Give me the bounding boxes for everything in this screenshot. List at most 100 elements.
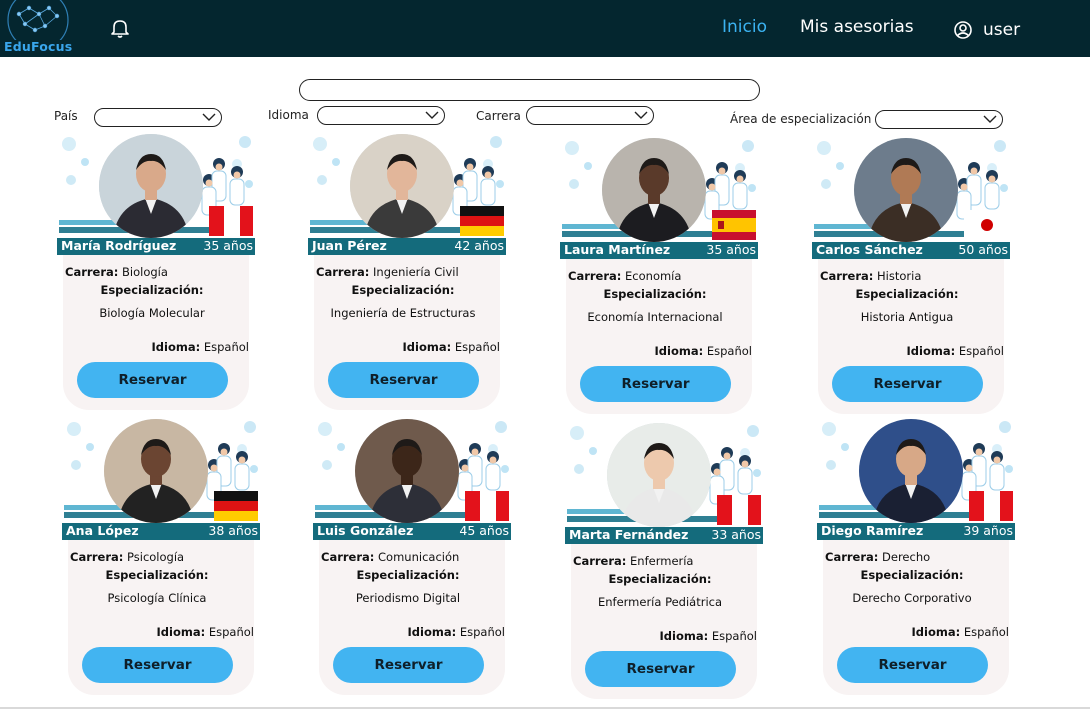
idioma-row: Idioma: Español <box>660 629 757 643</box>
idioma-value: Español <box>963 625 1009 639</box>
chevron-down-icon <box>202 113 216 121</box>
carrera-value: Psicología <box>127 550 185 564</box>
reservar-button[interactable]: Reservar <box>585 651 736 687</box>
especializacion-value: Derecho Corporativo <box>852 591 972 605</box>
carrera-row: Carrera: Enfermería <box>573 554 693 568</box>
reservar-button[interactable]: Reservar <box>837 647 988 683</box>
advisor-name-bar: Marta Fernández 33 años <box>565 527 763 544</box>
carrera-value: Historia <box>877 269 922 283</box>
advisor-age: 45 años <box>459 523 509 538</box>
area-select[interactable] <box>875 110 1003 129</box>
idioma-label: Idioma: <box>906 344 956 358</box>
nav-inicio-link[interactable]: Inicio <box>722 17 767 37</box>
peru-flag-icon <box>717 495 761 525</box>
idioma-value: Español <box>958 344 1004 358</box>
advisor-age: 38 años <box>208 523 258 538</box>
user-name: user <box>983 20 1021 40</box>
carrera-value: Derecho <box>882 550 931 564</box>
carrera-row: Carrera: Derecho <box>825 550 930 564</box>
especializacion-label: Especialización: <box>100 283 204 297</box>
user-menu[interactable]: user <box>953 20 1020 40</box>
peru-flag-icon <box>969 491 1013 521</box>
reservar-button[interactable]: Reservar <box>328 362 479 398</box>
idioma-value: Español <box>459 625 505 639</box>
especializacion-label: Especialización: <box>356 568 460 582</box>
reservar-button[interactable]: Reservar <box>580 366 731 402</box>
carrera-row: Carrera: Biología <box>65 265 168 279</box>
advisor-card: Ana López 38 años Carrera: Psicología Espec… <box>62 419 260 695</box>
filter-label-pais: País <box>54 109 78 123</box>
pais-select[interactable] <box>94 108 222 127</box>
carrera-value: Economía <box>625 269 682 283</box>
advisor-name: Ana López <box>66 523 139 538</box>
reservar-button[interactable]: Reservar <box>82 647 233 683</box>
advisor-photo-icon <box>99 134 203 238</box>
advisor-name: Laura Martínez <box>564 242 671 257</box>
idioma-row: Idioma: Español <box>157 625 254 639</box>
especializacion-label: Especialización: <box>608 572 712 586</box>
advisor-age: 33 años <box>711 527 761 542</box>
idioma-row: Idioma: Español <box>408 625 505 639</box>
brain-network-icon <box>7 0 69 40</box>
advisor-age: 35 años <box>203 238 253 253</box>
advisor-card: María Rodríguez 35 años Carrera: Biología E… <box>57 134 255 410</box>
search-input[interactable] <box>299 79 760 101</box>
especializacion-value: Economía Internacional <box>587 310 723 324</box>
carrera-select[interactable] <box>526 106 654 125</box>
filter-label-area: Área de especialización <box>730 112 872 126</box>
bell-icon[interactable] <box>109 17 131 39</box>
carrera-row: Carrera: Economía <box>568 269 681 283</box>
carrera-value: Ingeniería Civil <box>373 265 459 279</box>
advisor-age: 39 años <box>963 523 1013 538</box>
idioma-label: Idioma: <box>911 625 961 639</box>
idioma-value: Español <box>711 629 757 643</box>
idioma-label: Idioma: <box>659 629 709 643</box>
idioma-label: Idioma: <box>151 340 201 354</box>
nav-mis-asesorias-link[interactable]: Mis asesorias <box>800 17 914 37</box>
idioma-row: Idioma: Español <box>907 344 1004 358</box>
carrera-value: Comunicación <box>378 550 460 564</box>
card-header-image <box>819 419 1013 525</box>
idioma-select[interactable] <box>317 106 445 125</box>
card-header-image <box>310 134 504 240</box>
advisor-age: 42 años <box>454 238 504 253</box>
idioma-label: Idioma: <box>654 344 704 358</box>
filter-label-carrera: Carrera <box>476 109 521 123</box>
advisor-photo-icon <box>602 138 706 242</box>
idioma-row: Idioma: Español <box>152 340 249 354</box>
card-header-image <box>567 423 761 529</box>
advisor-name-bar: Carlos Sánchez 50 años <box>812 242 1010 259</box>
edufocus-logo[interactable]: EduFocus <box>2 0 72 56</box>
especializacion-label: Especialización: <box>603 287 707 301</box>
carrera-label: Carrera: <box>568 269 622 283</box>
card-header-image <box>59 134 253 240</box>
reservar-button[interactable]: Reservar <box>832 366 983 402</box>
carrera-value: Enfermería <box>630 554 694 568</box>
idioma-label: Idioma: <box>156 625 206 639</box>
peru-flag-icon <box>465 491 509 521</box>
advisor-name-bar: Luis González 45 años <box>313 523 511 540</box>
carrera-label: Carrera: <box>825 550 879 564</box>
spain-flag-icon <box>712 210 756 240</box>
idioma-row: Idioma: Español <box>912 625 1009 639</box>
advisor-name: María Rodríguez <box>61 238 177 253</box>
advisor-name: Juan Pérez <box>312 238 387 253</box>
advisor-photo-icon <box>859 419 963 523</box>
especializacion-label: Especialización: <box>860 568 964 582</box>
idioma-value: Español <box>454 340 500 354</box>
reservar-button[interactable]: Reservar <box>77 362 228 398</box>
advisor-photo-icon <box>355 419 459 523</box>
advisor-name: Luis González <box>317 523 414 538</box>
especializacion-value: Periodismo Digital <box>355 591 461 605</box>
advisor-age: 35 años <box>706 242 756 257</box>
germany-flag-icon <box>214 491 258 521</box>
especializacion-value: Ingeniería de Estructuras <box>330 306 476 320</box>
user-circle-icon <box>954 21 972 39</box>
carrera-label: Carrera: <box>316 265 370 279</box>
advisor-name-bar: María Rodríguez 35 años <box>57 238 255 255</box>
advisor-name: Marta Fernández <box>569 527 689 542</box>
card-header-image <box>814 138 1008 244</box>
idioma-label: Idioma: <box>407 625 457 639</box>
reservar-button[interactable]: Reservar <box>333 647 484 683</box>
carrera-row: Carrera: Psicología <box>70 550 184 564</box>
